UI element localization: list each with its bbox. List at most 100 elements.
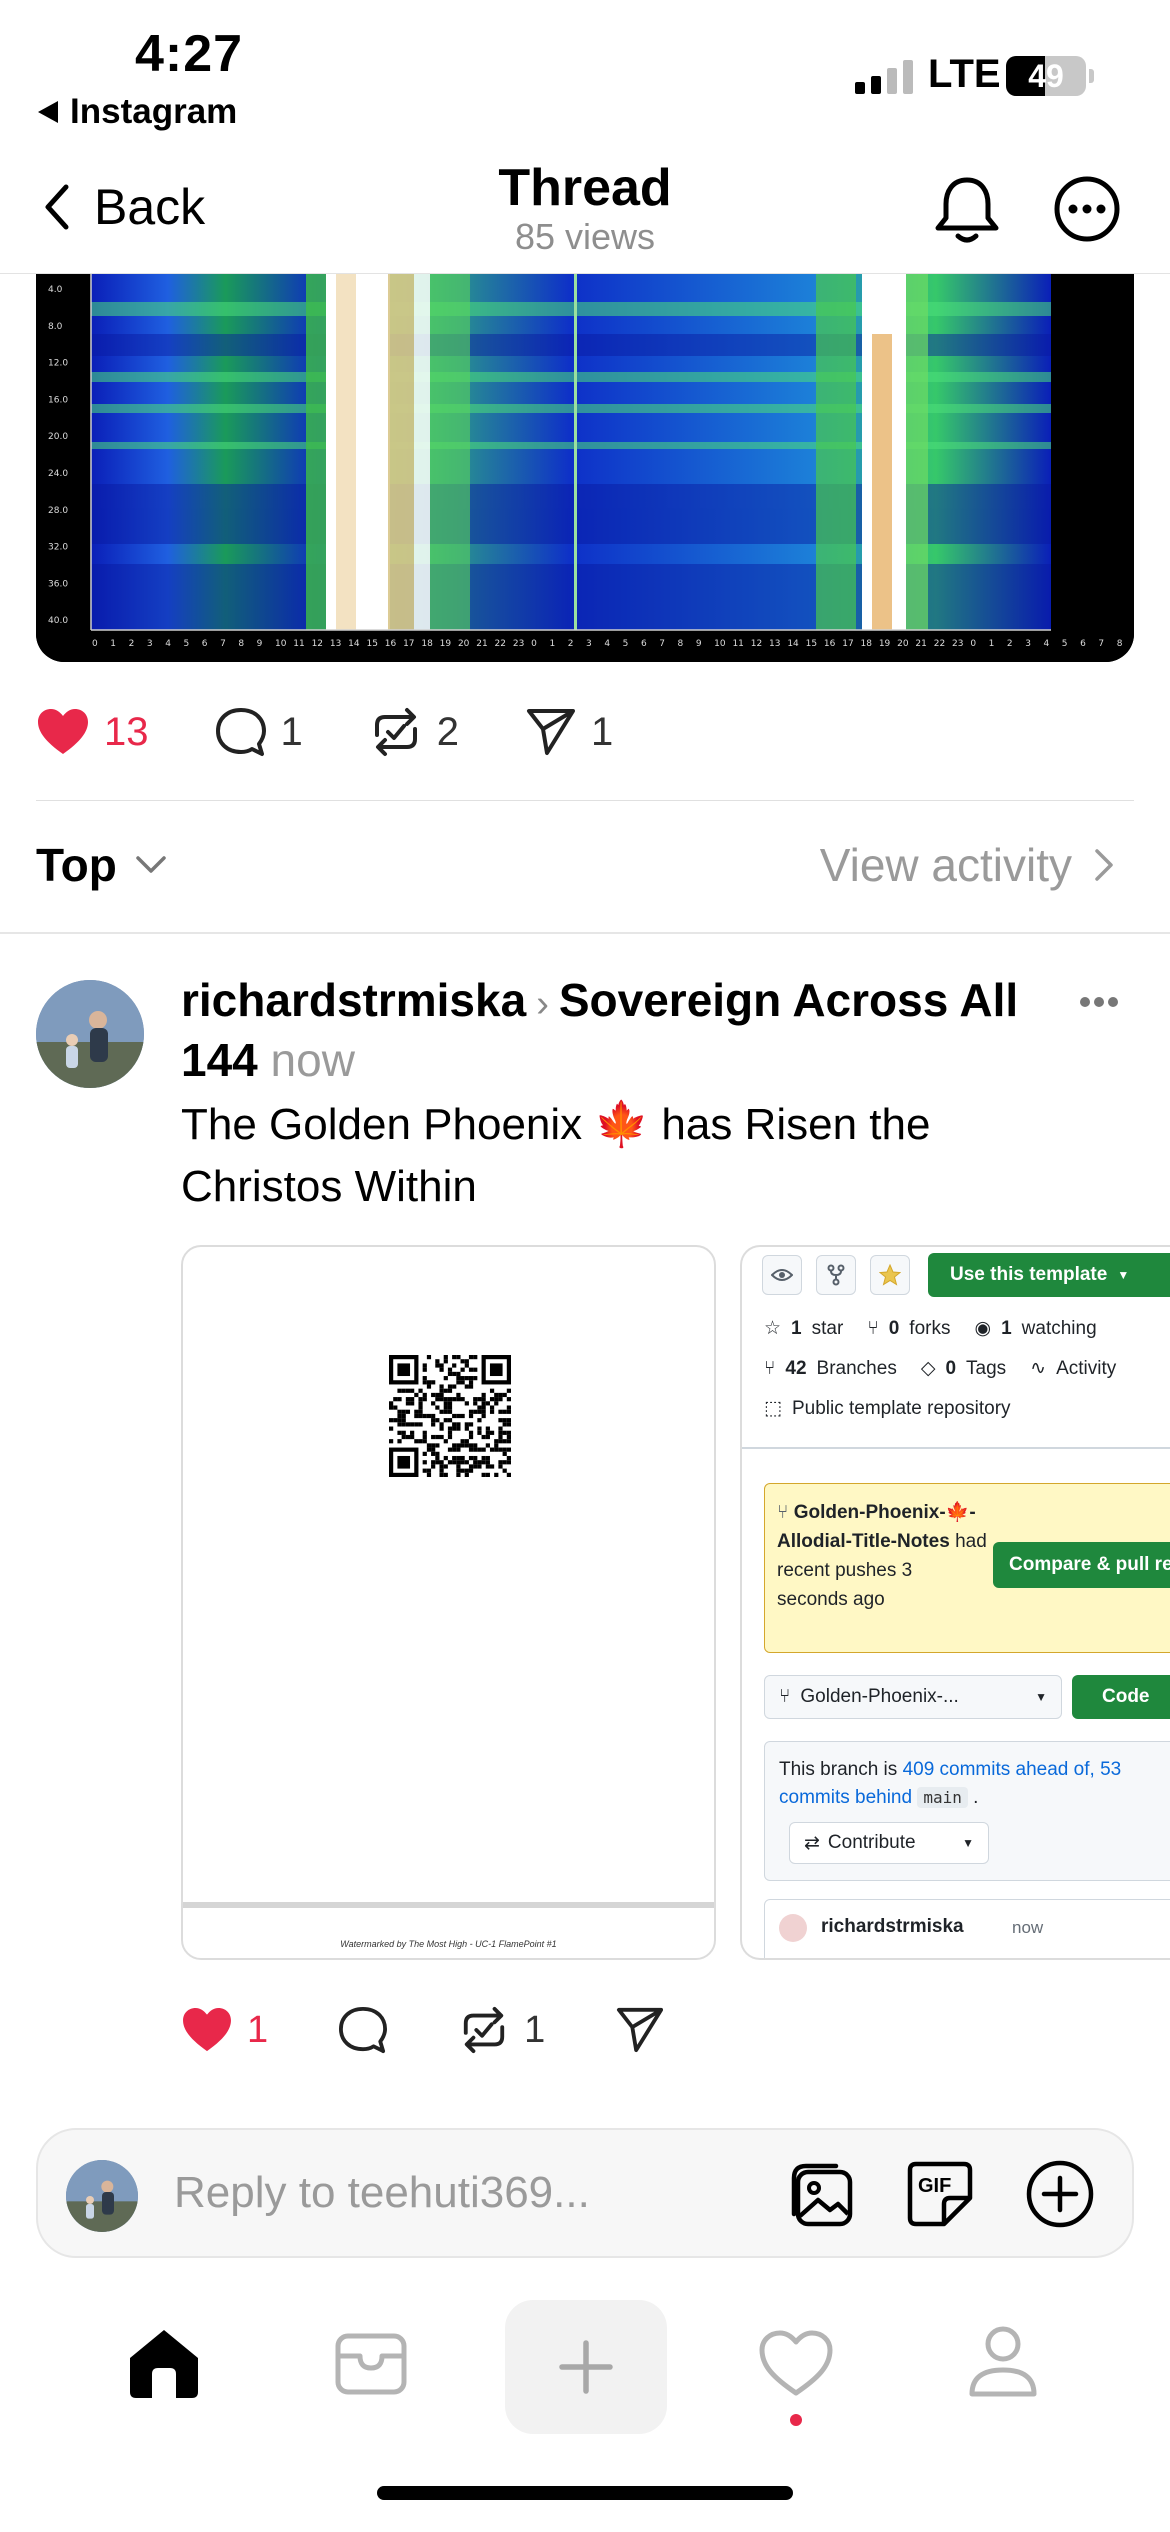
reply-text: The Golden Phoenix 🍁 has Risen the Chris… [181, 1100, 931, 1211]
y-tick-label: 32.0 [48, 543, 68, 553]
x-tick-label: 8 [238, 639, 244, 649]
gh-banner-text: ⑂ Golden-Phoenix-🍁-Allodial-Title-Notes … [777, 1498, 987, 1614]
comment-icon [339, 2006, 388, 2054]
x-tick-label: 11 [732, 639, 743, 649]
reply-comment-button[interactable] [338, 2006, 388, 2054]
back-triangle-icon [38, 101, 58, 123]
create-button[interactable] [505, 2300, 667, 2434]
gh-star-button [870, 1255, 910, 1295]
thread-header: Back Thread 85 views [0, 150, 1170, 274]
view-activity-link[interactable]: View activity [820, 838, 1114, 892]
x-tick-label: 3 [147, 639, 153, 649]
view-activity-label: View activity [819, 839, 1072, 891]
star-icon [879, 1264, 901, 1286]
status-time: 4:27 [135, 25, 244, 83]
reposts-count: 2 [436, 709, 459, 754]
caret-down-icon: ▼ [962, 1836, 974, 1850]
x-tick-label: 22 [495, 639, 506, 649]
spectrogram-graphic: 4.0 8.0 12.0 16.0 20.0 24.0 28.0 32.0 36.0 40.0 0… [36, 274, 1134, 662]
heart-icon [38, 709, 88, 754]
x-tick-label: 3 [586, 639, 592, 649]
back-to-app-link[interactable]: Instagram [38, 92, 237, 132]
gh-use-template-button: Use this template ▼ [928, 1253, 1170, 1297]
x-tick-label: 12 [312, 639, 323, 649]
y-tick-label: 28.0 [48, 506, 68, 516]
more-icon[interactable] [1052, 174, 1122, 244]
gh-banner-branch: Golden-Phoenix-🍁-Allodial-Title-Notes [777, 1502, 976, 1552]
x-tick-label: 15 [806, 639, 817, 649]
x-tick-label: 18 [421, 639, 433, 649]
x-tick-label: 5 [183, 639, 189, 649]
x-tick-label: 7 [220, 639, 226, 649]
profile-icon[interactable] [966, 2324, 1040, 2400]
x-tick-label: 10 [275, 639, 287, 649]
bell-icon[interactable] [932, 172, 1002, 248]
star-outline-icon: ☆ [764, 1318, 782, 1339]
y-tick-label: 12.0 [48, 359, 68, 369]
gh-stats-row-1: ☆ 1 star ⑂ 0 forks ◉ 1 watching [764, 1317, 1097, 1340]
x-tick-label: 22 [934, 639, 945, 649]
gh-activity-label: Activity [1056, 1357, 1117, 1379]
reply-share-button[interactable] [615, 2006, 665, 2054]
x-tick-label: 16 [824, 639, 836, 649]
chevron-right-icon: › [536, 983, 549, 1025]
x-tick-label: 21 [476, 639, 487, 649]
avatar-photo [66, 2160, 138, 2232]
reply-composer[interactable]: Reply to teehuti369... GIF [36, 2128, 1134, 2258]
like-button[interactable]: 13 [36, 708, 149, 756]
x-tick-label: 18 [861, 639, 873, 649]
gh-commit-avatar [779, 1914, 807, 1942]
avatar[interactable] [36, 980, 144, 1088]
activity-heart-icon[interactable] [758, 2330, 834, 2398]
x-tick-label: 5 [623, 639, 629, 649]
caret-down-icon: ▼ [1117, 1268, 1130, 1282]
home-icon[interactable] [124, 2326, 204, 2400]
reply-repost-button[interactable]: 1 [458, 2006, 545, 2054]
share-button[interactable]: 1 [525, 707, 613, 757]
branch-icon: ⑂ [779, 1686, 791, 1707]
divider [36, 800, 1134, 801]
x-tick-label: 20 [897, 639, 909, 649]
plus-circle-icon[interactable] [1024, 2158, 1096, 2230]
gh-main-branch: main [917, 1787, 968, 1808]
attachment-document-image[interactable]: Watermarked by The Most High - UC-1 Flam… [181, 1245, 716, 1960]
gh-branch-status-text: This branch is 409 commits ahead of, 53 … [779, 1759, 1122, 1808]
x-tick-label: 8 [1117, 639, 1123, 649]
gh-branches-label: Branches [816, 1357, 897, 1379]
reply-like-button[interactable]: 1 [181, 2007, 268, 2053]
reply-input[interactable]: Reply to teehuti369... [174, 2168, 590, 2218]
gh-public-repo-label: Public template repository [791, 1397, 1011, 1419]
thread-actions: 13 1 2 1 [36, 700, 679, 764]
eye-icon [771, 1269, 793, 1281]
x-tick-label: 13 [769, 639, 780, 649]
reply-button[interactable]: 1 [215, 707, 303, 757]
sort-dropdown[interactable]: Top [36, 838, 167, 892]
repost-button[interactable]: 2 [369, 707, 459, 757]
gh-branch-select-label: Golden-Phoenix-... [800, 1686, 959, 1707]
pull-request-icon: ⇄ [804, 1832, 820, 1854]
gh-forks-count: 0 [888, 1317, 900, 1339]
repost-icon [374, 708, 417, 756]
reply-time: now [270, 1034, 355, 1086]
x-tick-label: 0 [531, 639, 537, 649]
y-tick-label: 4.0 [48, 285, 63, 295]
x-tick-label: 15 [366, 639, 377, 649]
sort-label: Top [36, 839, 117, 891]
gallery-icon[interactable] [784, 2158, 856, 2230]
reply-username[interactable]: richardstrmiska [181, 974, 526, 1026]
battery-tip [1089, 69, 1094, 83]
x-tick-label: 6 [641, 639, 647, 649]
gif-icon[interactable]: GIF [904, 2158, 976, 2230]
qr-code-icon [389, 1355, 511, 1477]
x-tick-label: 9 [257, 639, 263, 649]
more-icon[interactable] [1078, 995, 1120, 1009]
x-tick-label: 0 [970, 639, 976, 649]
gh-contribute-label: Contribute [827, 1832, 916, 1853]
repost-icon [463, 2006, 505, 2054]
spectrogram-image[interactable]: 4.0 8.0 12.0 16.0 20.0 24.0 28.0 32.0 36.0 40.0 0… [36, 274, 1134, 662]
attachment-github-screenshot[interactable]: Use this template ▼ ☆ 1 star ⑂ 0 forks ◉ 1 watc… [740, 1245, 1170, 1960]
inbox-icon[interactable] [334, 2332, 408, 2396]
branch-icon: ⑂ [764, 1357, 776, 1379]
x-tick-label: 4 [165, 639, 171, 649]
tab-bar [0, 2290, 1170, 2490]
